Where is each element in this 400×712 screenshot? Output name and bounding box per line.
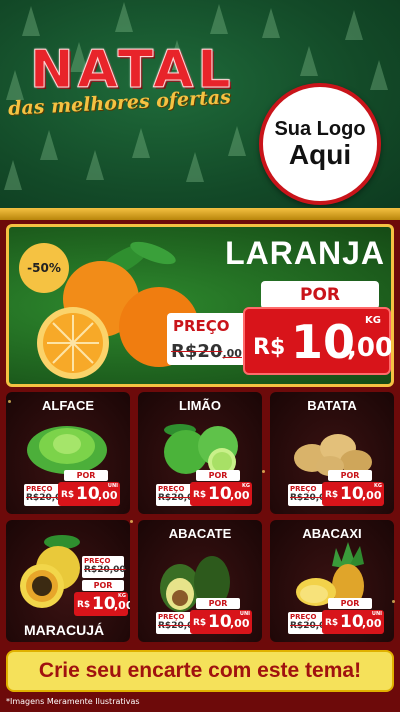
price-integer: 10: [291, 315, 356, 369]
product-card-limao[interactable]: LIMÃO POR PREÇO R$20,00 R$ 10,00 KG: [138, 392, 262, 514]
currency: R$: [253, 335, 286, 360]
old-price-box: PREÇO R$20,00: [167, 313, 251, 365]
product-name: ABACAXI: [302, 526, 362, 541]
product-card-abacaxi[interactable]: ABACAXI POR PREÇO R$20,00 R$ 10,00 UNI: [270, 520, 394, 642]
por-label: POR: [328, 470, 372, 481]
sparkle: [130, 520, 133, 523]
current-price: R$ 10,00 UNI: [190, 610, 252, 634]
cta-banner[interactable]: Crie seu encarte com este tema!: [6, 650, 394, 692]
old-price: R$20,00: [171, 341, 242, 362]
por-label: POR: [196, 598, 240, 609]
product-name: LIMÃO: [179, 398, 221, 413]
preco-label: PREÇO: [173, 317, 230, 335]
sparkle: [8, 400, 11, 403]
old-price-box: PREÇO R$20,00: [156, 484, 200, 506]
price-unit: KG: [365, 315, 381, 326]
current-price: R$ 10,00 UNI: [322, 610, 384, 634]
product-card-abacate[interactable]: ABACATE POR PREÇO R$20,00 R$ 10,00 UNI: [138, 520, 262, 642]
price-decimal: ,00: [347, 333, 394, 363]
old-price-box: PREÇO R$20,00: [156, 612, 200, 634]
logo-line2: Aqui: [288, 138, 352, 170]
current-price: R$ 10,00 KG: [74, 592, 130, 616]
product-card-alface[interactable]: ALFACE POR PREÇO R$20,00 R$ 10,00 UNI: [6, 392, 130, 514]
product-name: ABACATE: [168, 526, 232, 541]
current-price: R$ 10,00 UNI: [58, 482, 120, 506]
por-label: POR: [64, 470, 108, 481]
sparkle: [262, 470, 265, 473]
current-price: R$ 10,00 KG: [190, 482, 252, 506]
por-label: POR: [82, 580, 124, 591]
footnote: *Imagens Meramente Ilustrativas: [6, 697, 140, 706]
divider: [0, 208, 400, 220]
por-label: POR: [328, 598, 372, 609]
old-price-box: PREÇO R$20,00: [288, 484, 332, 506]
featured-product[interactable]: -50% LARANJA POR PREÇO R$20,00 R$ 10 ,00…: [6, 224, 394, 387]
featured-name: LARANJA: [225, 235, 385, 271]
old-price-box: PREÇO R$20,00: [82, 556, 126, 578]
old-price-box: PREÇO R$20,00: [288, 612, 332, 634]
product-name: MARACUJÁ: [24, 622, 105, 638]
por-label: POR: [196, 470, 240, 481]
por-label: POR: [261, 281, 379, 309]
lime-image: [164, 424, 238, 476]
current-price: R$ 10 ,00 KG: [243, 307, 391, 375]
logo-placeholder[interactable]: Sua Logo Aqui: [259, 83, 381, 205]
old-price-box: PREÇO R$20,00: [24, 484, 68, 506]
logo-line1: Sua Logo: [274, 117, 366, 140]
product-card-maracuja[interactable]: PREÇO R$20,00 POR R$ 10,00 KG MARACUJÁ: [6, 520, 130, 642]
sparkle: [392, 600, 395, 603]
lettuce-image: [27, 426, 107, 474]
header-banner: NATAL das melhores ofertas Sua Logo Aqui: [0, 0, 400, 215]
potato-image: [294, 434, 372, 476]
current-price: R$ 10,00 KG: [322, 482, 384, 506]
product-name: ALFACE: [42, 398, 94, 413]
product-card-batata[interactable]: BATATA POR PREÇO R$20,00 R$ 10,00 KG: [270, 392, 394, 514]
product-name: BATATA: [307, 398, 357, 413]
